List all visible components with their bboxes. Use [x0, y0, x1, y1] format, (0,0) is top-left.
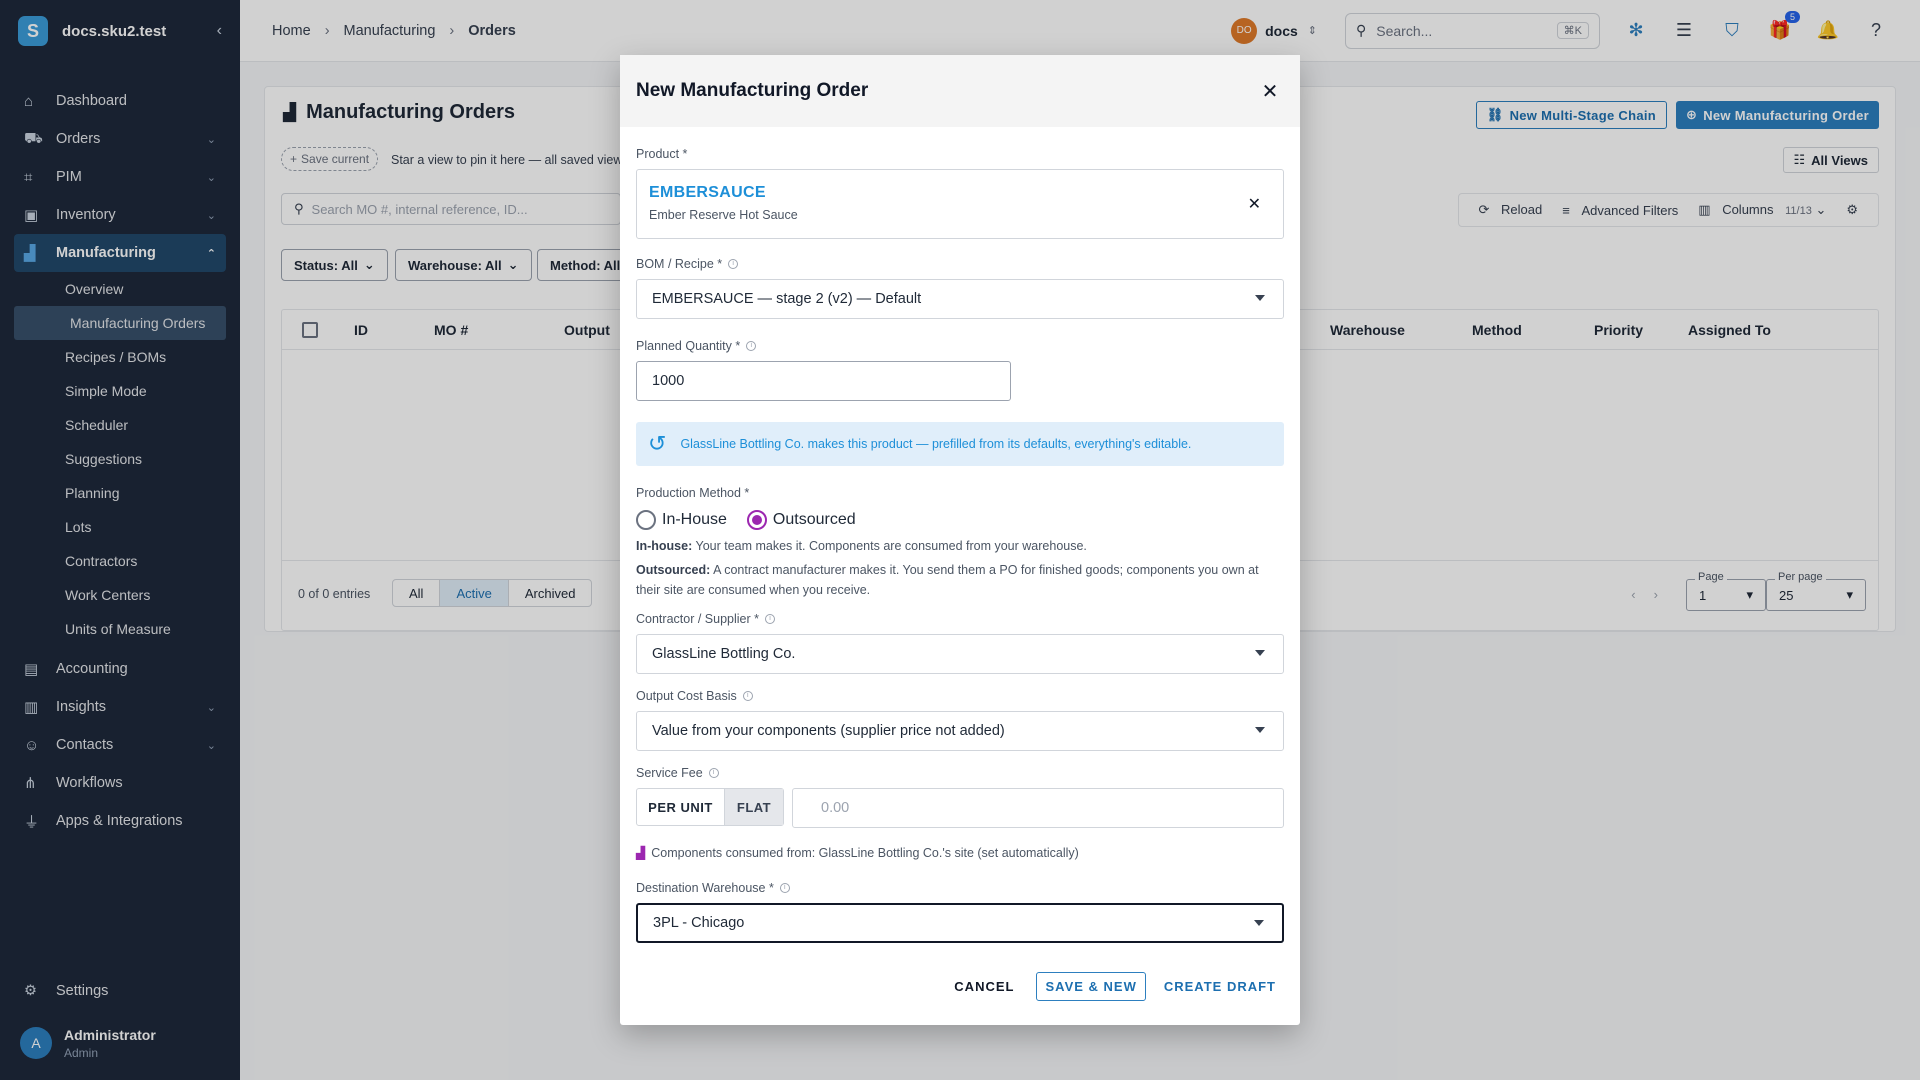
planned-quantity-label-text: Planned Quantity * [636, 339, 741, 353]
bom-label-text: BOM / Recipe * [636, 257, 723, 271]
outsourced-help: Outsourced: A contract manufacturer make… [636, 560, 1284, 600]
destination-warehouse-select[interactable]: 3PL - Chicago [636, 903, 1284, 943]
radio-label: Outsourced [772, 511, 856, 528]
production-method-label: Production Method * [636, 486, 750, 500]
clear-product-icon[interactable]: ✕ [1248, 194, 1261, 214]
planned-quantity-label: Planned Quantity * i [636, 339, 1284, 353]
bom-value: EMBERSAUCE — stage 2 (v2) — Default [652, 291, 922, 307]
radio-button[interactable] [746, 510, 767, 530]
product-sku[interactable]: EMBERSAUCE [649, 184, 1271, 202]
consume-note-text: Components consumed from: GlassLine Bott… [651, 846, 1079, 860]
dropdown-caret-icon [1255, 295, 1265, 301]
info-icon[interactable]: i [742, 691, 753, 701]
dropdown-caret-icon [1255, 727, 1265, 733]
output-cost-basis-value: Value from your components (supplier pri… [652, 723, 1005, 739]
info-icon[interactable]: i [746, 341, 757, 351]
output-cost-basis-label-text: Output Cost Basis [636, 689, 737, 703]
contractor-label-text: Contractor / Supplier * [636, 612, 759, 626]
service-fee-label: Service Fee i [636, 766, 1284, 780]
info-icon[interactable]: i [728, 259, 739, 269]
product-label: Product * [636, 147, 688, 161]
info-icon[interactable]: i [779, 883, 790, 893]
radio-in-house[interactable]: In-House [636, 510, 727, 530]
dropdown-caret-icon [1254, 920, 1264, 926]
fee-mode-flat[interactable]: FLAT [725, 789, 783, 825]
dropdown-caret-icon [1255, 650, 1265, 656]
dialog-body: Product * EMBERSAUCE Ember Reserve Hot S… [620, 147, 1300, 943]
help-term: Outsourced: [636, 563, 711, 577]
fee-mode-per-unit[interactable]: PER UNIT [637, 789, 725, 825]
bom-select[interactable]: EMBERSAUCE — stage 2 (v2) — Default [636, 279, 1284, 319]
contractor-value: GlassLine Bottling Co. [652, 646, 796, 662]
fee-mode-toggle: PER UNIT FLAT [636, 788, 784, 826]
product-field[interactable]: EMBERSAUCE Ember Reserve Hot Sauce ✕ [636, 169, 1284, 239]
dialog-title: New Manufacturing Order [636, 80, 869, 101]
dialog-actions: CANCEL SAVE & NEW CREATE DRAFT [946, 972, 1284, 1001]
new-manufacturing-order-dialog: New Manufacturing Order ✕ Product * EMBE… [620, 55, 1300, 1025]
radio-label: In-House [662, 511, 727, 528]
info-icon[interactable]: i [764, 614, 775, 624]
help-term: In-house: [636, 539, 693, 553]
destination-warehouse-value: 3PL - Chicago [653, 915, 745, 931]
create-draft-button[interactable]: CREATE DRAFT [1156, 973, 1284, 1000]
planned-quantity-input[interactable]: 1000 [636, 361, 1011, 401]
planned-quantity-value: 1000 [652, 373, 685, 389]
radio-outsourced[interactable]: Outsourced [746, 510, 856, 530]
destination-warehouse-label-text: Destination Warehouse * [636, 881, 774, 895]
info-icon[interactable]: i [708, 768, 719, 778]
help-text: A contract manufacturer makes it. You se… [636, 563, 1259, 597]
alert-text: GlassLine Bottling Co. makes this produc… [680, 437, 1192, 451]
output-cost-basis-label: Output Cost Basis i [636, 689, 1284, 703]
dialog-header: New Manufacturing Order ✕ [620, 55, 1300, 127]
service-fee-row: PER UNIT FLAT 0.00 [636, 788, 1284, 828]
contractor-label: Contractor / Supplier * i [636, 612, 1284, 626]
service-fee-input[interactable]: 0.00 [792, 788, 1284, 828]
factory-icon: ▟ [636, 846, 646, 860]
cancel-button[interactable]: CANCEL [946, 973, 1022, 1000]
destination-warehouse-label: Destination Warehouse * i [636, 881, 1284, 895]
history-icon: ↺ [648, 431, 667, 456]
save-and-new-button[interactable]: SAVE & NEW [1036, 972, 1146, 1001]
radio-button[interactable] [636, 510, 656, 530]
product-name: Ember Reserve Hot Sauce [649, 208, 798, 222]
prefill-info-alert: ↺ GlassLine Bottling Co. makes this prod… [636, 422, 1284, 466]
help-text: Your team makes it. Components are consu… [695, 539, 1087, 553]
components-consumed-note: ▟ Components consumed from: GlassLine Bo… [636, 846, 1284, 860]
contractor-select[interactable]: GlassLine Bottling Co. [636, 634, 1284, 674]
bom-label: BOM / Recipe * i [636, 257, 1284, 271]
output-cost-basis-select[interactable]: Value from your components (supplier pri… [636, 711, 1284, 751]
fee-placeholder: 0.00 [821, 800, 850, 816]
close-icon[interactable]: ✕ [1256, 79, 1284, 104]
production-method-radio-group: In-House Outsourced [636, 510, 1284, 530]
in-house-help: In-house: Your team makes it. Components… [636, 536, 1284, 556]
service-fee-label-text: Service Fee [636, 766, 703, 780]
